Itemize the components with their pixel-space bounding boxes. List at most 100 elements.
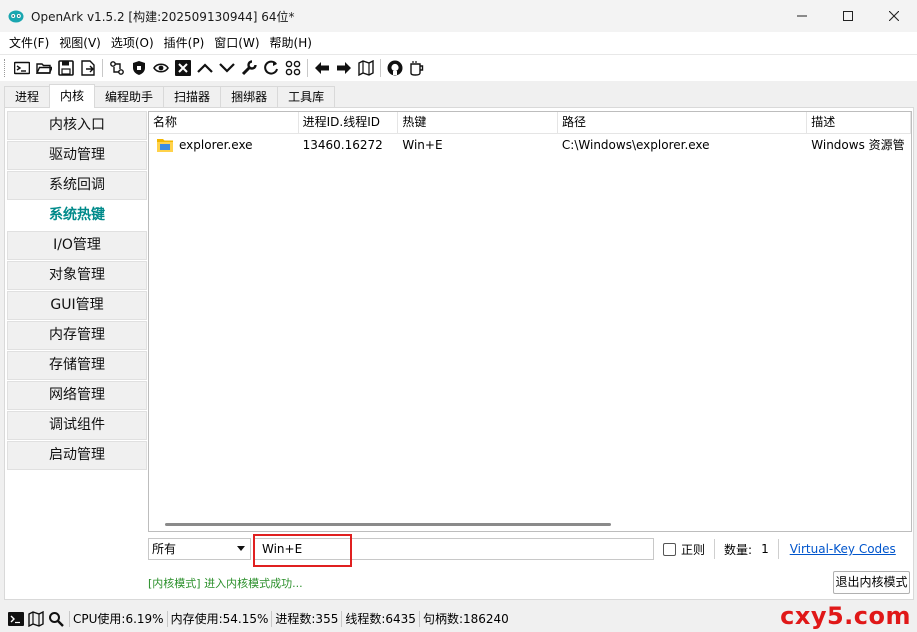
status-separator [341,610,343,627]
move-up-button[interactable] [194,57,216,79]
sidebar-item-startup-manager[interactable]: 启动管理 [7,441,147,470]
tab-process[interactable]: 进程 [4,86,51,108]
column-header-description[interactable]: 描述 [807,112,911,133]
regex-checkbox[interactable] [663,542,676,556]
open-button[interactable] [33,57,55,79]
menu-plugins[interactable]: 插件(P) [159,32,210,54]
sidebar-item-io-manager[interactable]: I/O管理 [7,231,147,260]
sidebar-item-system-callbacks[interactable]: 系统回调 [7,171,147,200]
menu-options[interactable]: 选项(O) [106,32,159,54]
map-button[interactable] [355,57,377,79]
column-header-hotkey[interactable]: 热键 [398,112,558,133]
kernel-sidebar: 内核入口 驱动管理 系统回调 系统热键 I/O管理 对象管理 GUI管理 内存管… [7,111,147,471]
sidebar-item-debug-components[interactable]: 调试组件 [7,411,147,440]
sidebar-item-network-manager[interactable]: 网络管理 [7,381,147,410]
menu-help[interactable]: 帮助(H) [265,32,317,54]
process-name: explorer.exe [179,138,253,152]
sidebar-item-gui-manager[interactable]: GUI管理 [7,291,147,320]
console-icon [14,61,30,75]
wrench-icon [241,60,257,76]
console-status-button[interactable] [6,610,26,628]
tab-bundler[interactable]: 捆绑器 [220,86,279,108]
thread-count: 线程数:6435 [345,612,416,626]
map-status-button[interactable] [26,610,46,628]
status-separator [418,610,420,627]
link-button[interactable] [106,57,128,79]
column-header-pid-tid[interactable]: 进程ID.线程ID [299,112,399,133]
search-input[interactable]: Win+E [253,534,654,567]
toolbar-separator [380,59,381,77]
exit-kernel-mode-button[interactable]: 退出内核模式 [833,571,910,594]
handle-count: 句柄数:186240 [422,612,509,626]
hotkey-table: 名称 进程ID.线程ID 热键 路径 描述 explorer.exe 13460… [148,111,912,532]
console-button[interactable] [11,57,33,79]
close-box-button[interactable] [172,57,194,79]
menu-file[interactable]: 文件(F) [4,32,54,54]
scope-value: 所有 [152,542,177,556]
open-folder-icon [36,63,52,74]
grid-icon [285,60,301,76]
shield-icon [133,61,145,75]
toolbar-grip[interactable] [4,59,7,77]
maximize-button[interactable] [825,0,871,32]
folder-icon [157,139,173,152]
sidebar-item-driver-manager[interactable]: 驱动管理 [7,141,147,170]
sidebar-item-system-hotkeys[interactable]: 系统热键 [7,201,147,230]
menu-view[interactable]: 视图(V) [54,32,106,54]
scrollbar-thumb[interactable] [165,523,611,526]
arrow-down-icon [219,63,235,73]
filter-bar: 所有 Win+E 正则 数量: 1 Virtual-Key Codes [148,534,912,567]
shield-button[interactable] [128,57,150,79]
menu-window[interactable]: 窗口(W) [209,32,264,54]
donate-button[interactable] [406,57,428,79]
title-bar: OpenArk v1.5.2 [构建:202509130944] 64位* [0,0,917,32]
tab-scanner[interactable]: 扫描器 [163,86,222,108]
sidebar-item-memory-manager[interactable]: 内存管理 [7,321,147,350]
cell-hotkey: Win+E [402,138,443,152]
terminal-icon [8,611,24,626]
count-value: 1 [761,542,769,556]
move-down-button[interactable] [216,57,238,79]
count-label: 数量: [724,542,753,557]
sidebar-item-storage-manager[interactable]: 存储管理 [7,351,147,380]
eye-icon [153,63,169,73]
close-button[interactable] [871,0,917,32]
view-button[interactable] [150,57,172,79]
toolbar-separator [307,59,308,77]
scope-dropdown[interactable]: 所有 [148,538,251,560]
export-icon [81,60,95,76]
search-icon [49,611,64,627]
sidebar-item-kernel-entry[interactable]: 内核入口 [7,111,147,140]
tab-toolkit[interactable]: 工具库 [277,86,336,108]
minimize-button[interactable] [779,0,825,32]
horizontal-scrollbar[interactable] [149,517,911,531]
settings-button[interactable] [238,57,260,79]
forward-button[interactable] [333,57,355,79]
arrow-left-icon [315,62,329,74]
reload-button[interactable] [260,57,282,79]
cpu-usage: CPU使用:6.19% [73,612,164,626]
search-status-button[interactable] [46,610,66,628]
back-button[interactable] [311,57,333,79]
tab-kernel[interactable]: 内核 [49,84,96,108]
reload-icon [264,60,278,75]
window-controls [779,0,917,32]
highlight-box [253,534,352,567]
save-button[interactable] [55,57,77,79]
close-box-icon [175,60,191,76]
toolbar [0,54,917,81]
arrow-up-icon [197,63,213,73]
watermark: cxy5.com [780,602,911,630]
process-count: 进程数:355 [275,612,339,626]
memory-usage: 内存使用:54.15% [170,612,269,626]
column-header-path[interactable]: 路径 [558,112,808,133]
column-header-name[interactable]: 名称 [149,112,299,133]
export-button[interactable] [77,57,99,79]
grid-button[interactable] [282,57,304,79]
github-button[interactable] [384,57,406,79]
sidebar-item-object-manager[interactable]: 对象管理 [7,261,147,290]
virtual-key-codes-link[interactable]: Virtual-Key Codes [790,542,896,556]
table-row[interactable]: explorer.exe 13460.16272 Win+E C:\Window… [149,134,911,156]
refresh-link-icon [110,61,124,75]
tab-coding-helper[interactable]: 编程助手 [94,86,165,108]
